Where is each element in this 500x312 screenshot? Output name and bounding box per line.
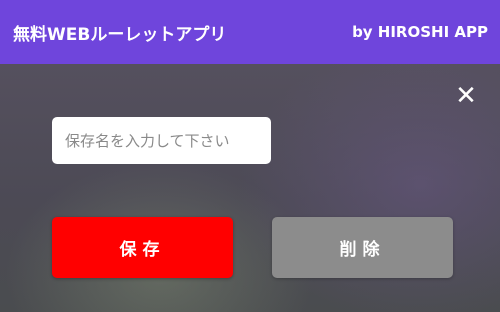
save-name-input[interactable] (52, 117, 271, 164)
save-button[interactable]: 保存 (52, 217, 233, 278)
close-icon[interactable]: ✕ (452, 82, 480, 110)
delete-button-label: 削除 (339, 240, 386, 260)
delete-button[interactable]: 削除 (272, 217, 453, 278)
app-bar: 無料WEBルーレットアプリ by HIROSHI APP (0, 0, 500, 64)
app-byline: by HIROSHI APP (352, 23, 488, 41)
app-title: 無料WEBルーレットアプリ (13, 24, 227, 45)
save-button-label: 保存 (119, 240, 166, 260)
